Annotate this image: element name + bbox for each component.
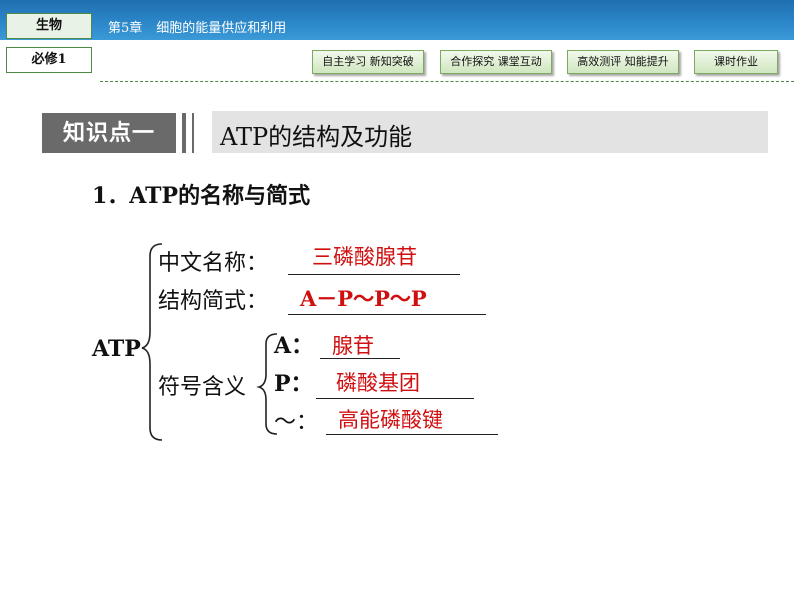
- structure-formula-answer: A－P～P～P: [300, 286, 427, 311]
- chinese-name-blank: [288, 274, 460, 275]
- chinese-name-label: 中文名称：: [158, 251, 269, 276]
- chinese-name-answer: 三磷酸腺苷: [312, 245, 417, 269]
- symbol-a-answer: 腺苷: [332, 334, 374, 358]
- atp-root-label: ATP: [92, 336, 141, 362]
- symbol-tilde-blank: [326, 434, 498, 435]
- symbol-tilde-answer: 高能磷酸键: [338, 408, 443, 432]
- symbol-a-blank: [320, 358, 400, 359]
- symbol-a-label: A：: [274, 333, 314, 359]
- symbol-meaning-label: 符号含义: [158, 375, 247, 400]
- symbol-p-label: P：: [274, 371, 313, 397]
- structure-formula-label: 结构简式：: [158, 289, 269, 314]
- symbol-p-blank: [316, 398, 474, 399]
- structure-formula-blank: [288, 314, 486, 315]
- symbol-tilde-label: ～：: [274, 410, 319, 435]
- symbol-p-answer: 磷酸基团: [336, 371, 420, 395]
